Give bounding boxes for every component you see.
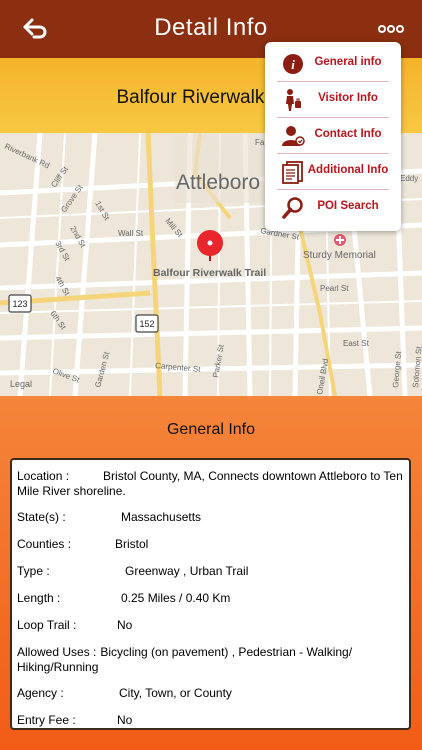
svg-text:152: 152 [139, 319, 154, 329]
info-icon: i [281, 52, 305, 76]
menu-divider [277, 117, 389, 118]
hospital-label: Sturdy Memorial [303, 250, 376, 261]
pin-label: Balfour Riverwalk Trail [153, 267, 266, 279]
route-shield-123: 123 [8, 294, 32, 313]
menu-item-visitor-info[interactable]: Visitor Info [277, 83, 389, 118]
street-label: Wall St [118, 229, 144, 238]
visitor-icon [281, 88, 305, 112]
city-label: Attleboro [176, 171, 260, 194]
document-icon [281, 160, 305, 184]
general-info-panel: Location : Bristol County, MA, Connects d… [10, 458, 411, 730]
menu-item-additional-info[interactable]: Additional Info [277, 155, 389, 190]
svg-text:i: i [291, 57, 295, 72]
options-menu: i General info Visitor Info Contact Info… [265, 42, 401, 231]
info-row-length: Length :0.25 Miles / 0.40 Km [17, 591, 231, 605]
hospital-icon [334, 234, 346, 246]
menu-item-general-info[interactable]: i General info [277, 47, 389, 82]
street-label: Pearl St [320, 284, 349, 293]
search-icon [281, 196, 305, 220]
general-info-title: General Info [166, 421, 256, 438]
menu-item-contact-info[interactable]: Contact Info [277, 119, 389, 154]
menu-divider [277, 153, 389, 154]
info-row-location: Location : Bristol County, MA, Connects d… [17, 469, 403, 498]
info-row-entry-fee: Entry Fee : No [17, 713, 133, 727]
route-shield-152: 152 [135, 314, 159, 333]
info-row-allowed-uses: Allowed Uses : Bicycling (on pavement) , … [17, 645, 353, 674]
info-row-type: Type : Greenway , Urban Trail [17, 564, 249, 578]
page-title: Detail Info [154, 14, 268, 41]
info-row-counties: Counties : Bristol [17, 537, 149, 551]
info-row-loop-trail: Loop Trail : No [17, 618, 133, 632]
street-label: East St [343, 339, 370, 348]
menu-item-poi-search[interactable]: POI Search [277, 191, 389, 226]
info-row-agency: Agency : City, Town, or County [17, 686, 232, 700]
legal-link[interactable]: Legal [10, 379, 32, 389]
menu-divider [277, 81, 389, 82]
svg-text:123: 123 [12, 299, 27, 309]
street-label: Eddy [400, 174, 418, 183]
more-dots-icon[interactable] [378, 22, 404, 36]
contact-icon [281, 124, 305, 148]
info-row-states: State(s) : Massachusetts [17, 510, 202, 524]
menu-divider [277, 189, 389, 190]
street-label: Fa [255, 138, 265, 147]
